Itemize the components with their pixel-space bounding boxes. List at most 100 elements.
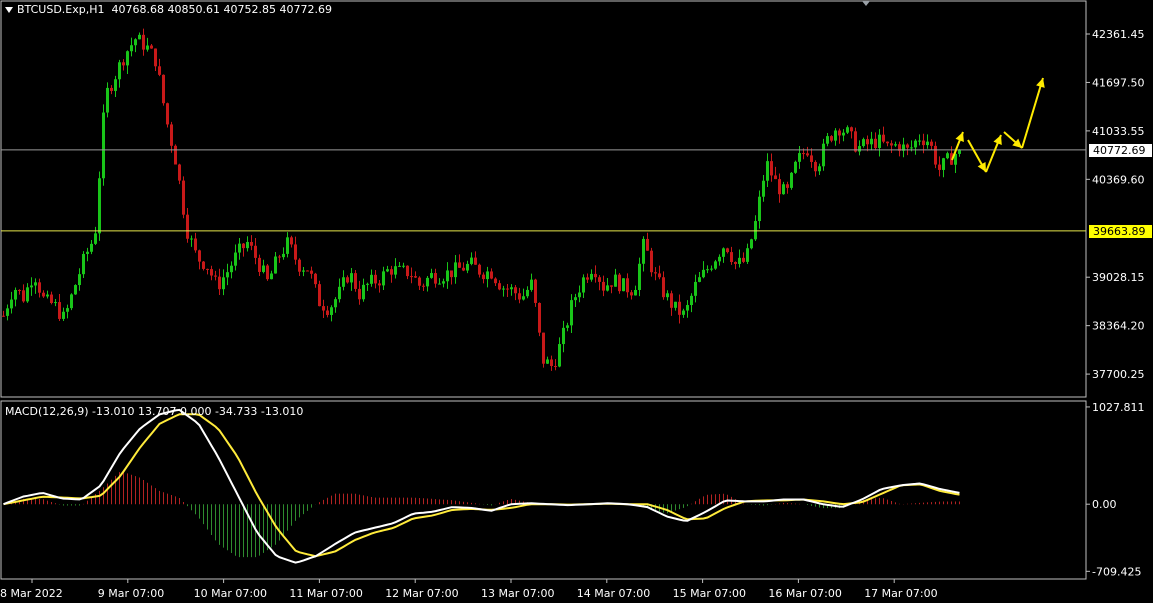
candle-body bbox=[766, 161, 769, 181]
candle-body bbox=[606, 285, 609, 291]
candle-body bbox=[78, 274, 81, 286]
candle-body bbox=[390, 269, 393, 275]
candle-body bbox=[510, 287, 513, 290]
candle-body bbox=[870, 138, 873, 145]
candle-body bbox=[22, 290, 25, 302]
candle-body bbox=[174, 145, 177, 165]
candle-body bbox=[722, 248, 725, 257]
candle-body bbox=[730, 252, 733, 263]
candle-body bbox=[82, 253, 85, 275]
candle-body bbox=[810, 155, 813, 162]
candle-body bbox=[546, 359, 549, 364]
macd-y-tick-label: 0.00 bbox=[1092, 498, 1117, 511]
candle-body bbox=[310, 270, 313, 274]
candle-body bbox=[578, 292, 581, 298]
candle-body bbox=[50, 294, 53, 304]
candle-body bbox=[786, 184, 789, 188]
candle-body bbox=[518, 293, 521, 300]
candle-body bbox=[758, 196, 761, 222]
candle-body bbox=[522, 296, 525, 300]
x-tick-label: 15 Mar 07:00 bbox=[673, 587, 746, 600]
candle-body bbox=[590, 273, 593, 280]
candle-body bbox=[106, 87, 109, 113]
candle-body bbox=[166, 103, 169, 125]
candle-body bbox=[862, 139, 865, 147]
candle-body bbox=[750, 239, 753, 249]
candle-body bbox=[830, 136, 833, 141]
candle-body bbox=[834, 130, 837, 141]
candle-body bbox=[550, 359, 553, 367]
candle-body bbox=[382, 271, 385, 286]
candle-body bbox=[654, 272, 657, 274]
candle-body bbox=[114, 79, 117, 91]
y-tick-label: 41697.50 bbox=[1092, 76, 1145, 89]
candle-body bbox=[274, 256, 277, 274]
candle-body bbox=[302, 270, 305, 272]
candle-body bbox=[474, 257, 477, 265]
candle-body bbox=[190, 238, 193, 240]
candle-body bbox=[298, 259, 301, 272]
line-price-tag: 39663.89 bbox=[1089, 224, 1152, 238]
candle-body bbox=[762, 180, 765, 197]
candle-body bbox=[374, 274, 377, 284]
candle-body bbox=[478, 264, 481, 275]
candle-body bbox=[694, 281, 697, 296]
candle-body bbox=[678, 301, 681, 315]
candle-body bbox=[854, 131, 857, 152]
candle-body bbox=[186, 214, 189, 239]
candle-body bbox=[874, 138, 877, 149]
candle-body bbox=[334, 299, 337, 308]
candle-body bbox=[118, 62, 121, 80]
candle-body bbox=[102, 112, 105, 179]
candle-body bbox=[338, 286, 341, 300]
candle-body bbox=[714, 261, 717, 269]
candle-body bbox=[818, 166, 821, 172]
candle-body bbox=[86, 251, 89, 254]
candle-body bbox=[922, 140, 925, 146]
candle-body bbox=[366, 283, 369, 285]
symbol-label: BTCUSD.Exp,H1 bbox=[17, 3, 105, 16]
candle-body bbox=[738, 257, 741, 264]
candle-body bbox=[218, 276, 221, 290]
candle-body bbox=[942, 158, 945, 170]
candle-body bbox=[446, 270, 449, 282]
candle-body bbox=[482, 274, 485, 280]
candle-body bbox=[206, 268, 209, 270]
candle-body bbox=[146, 45, 149, 50]
candle-body bbox=[582, 277, 585, 293]
candle-body bbox=[358, 288, 361, 300]
candle-body bbox=[610, 285, 613, 287]
candle-body bbox=[430, 273, 433, 278]
candle-body bbox=[798, 153, 801, 162]
candle-body bbox=[726, 248, 729, 253]
candle-body bbox=[150, 45, 153, 49]
x-tick-label: 11 Mar 07:00 bbox=[289, 587, 362, 600]
candle-body bbox=[562, 327, 565, 345]
candle-body bbox=[894, 144, 897, 146]
candle-body bbox=[886, 141, 889, 144]
candle-body bbox=[142, 34, 145, 50]
candle-body bbox=[674, 301, 677, 308]
candle-body bbox=[878, 134, 881, 149]
candle-body bbox=[814, 161, 817, 172]
candle-body bbox=[290, 237, 293, 245]
dropdown-triangle-icon[interactable] bbox=[5, 7, 13, 13]
candle-body bbox=[802, 153, 805, 155]
candle-body bbox=[38, 282, 41, 293]
candle-body bbox=[770, 161, 773, 176]
candle-body bbox=[710, 268, 713, 270]
candle-body bbox=[686, 305, 689, 311]
candle-body bbox=[54, 302, 57, 304]
candle-body bbox=[282, 253, 285, 258]
x-tick-label: 9 Mar 07:00 bbox=[98, 587, 164, 600]
candle-body bbox=[774, 175, 777, 180]
candle-body bbox=[638, 263, 641, 290]
candle-body bbox=[354, 273, 357, 289]
candle-body bbox=[410, 276, 413, 278]
candle-body bbox=[314, 273, 317, 285]
candle-body bbox=[438, 283, 441, 285]
candle-body bbox=[454, 262, 457, 278]
y-tick-label: 40369.60 bbox=[1092, 173, 1145, 186]
candle-body bbox=[442, 281, 445, 284]
candle-body bbox=[306, 270, 309, 272]
